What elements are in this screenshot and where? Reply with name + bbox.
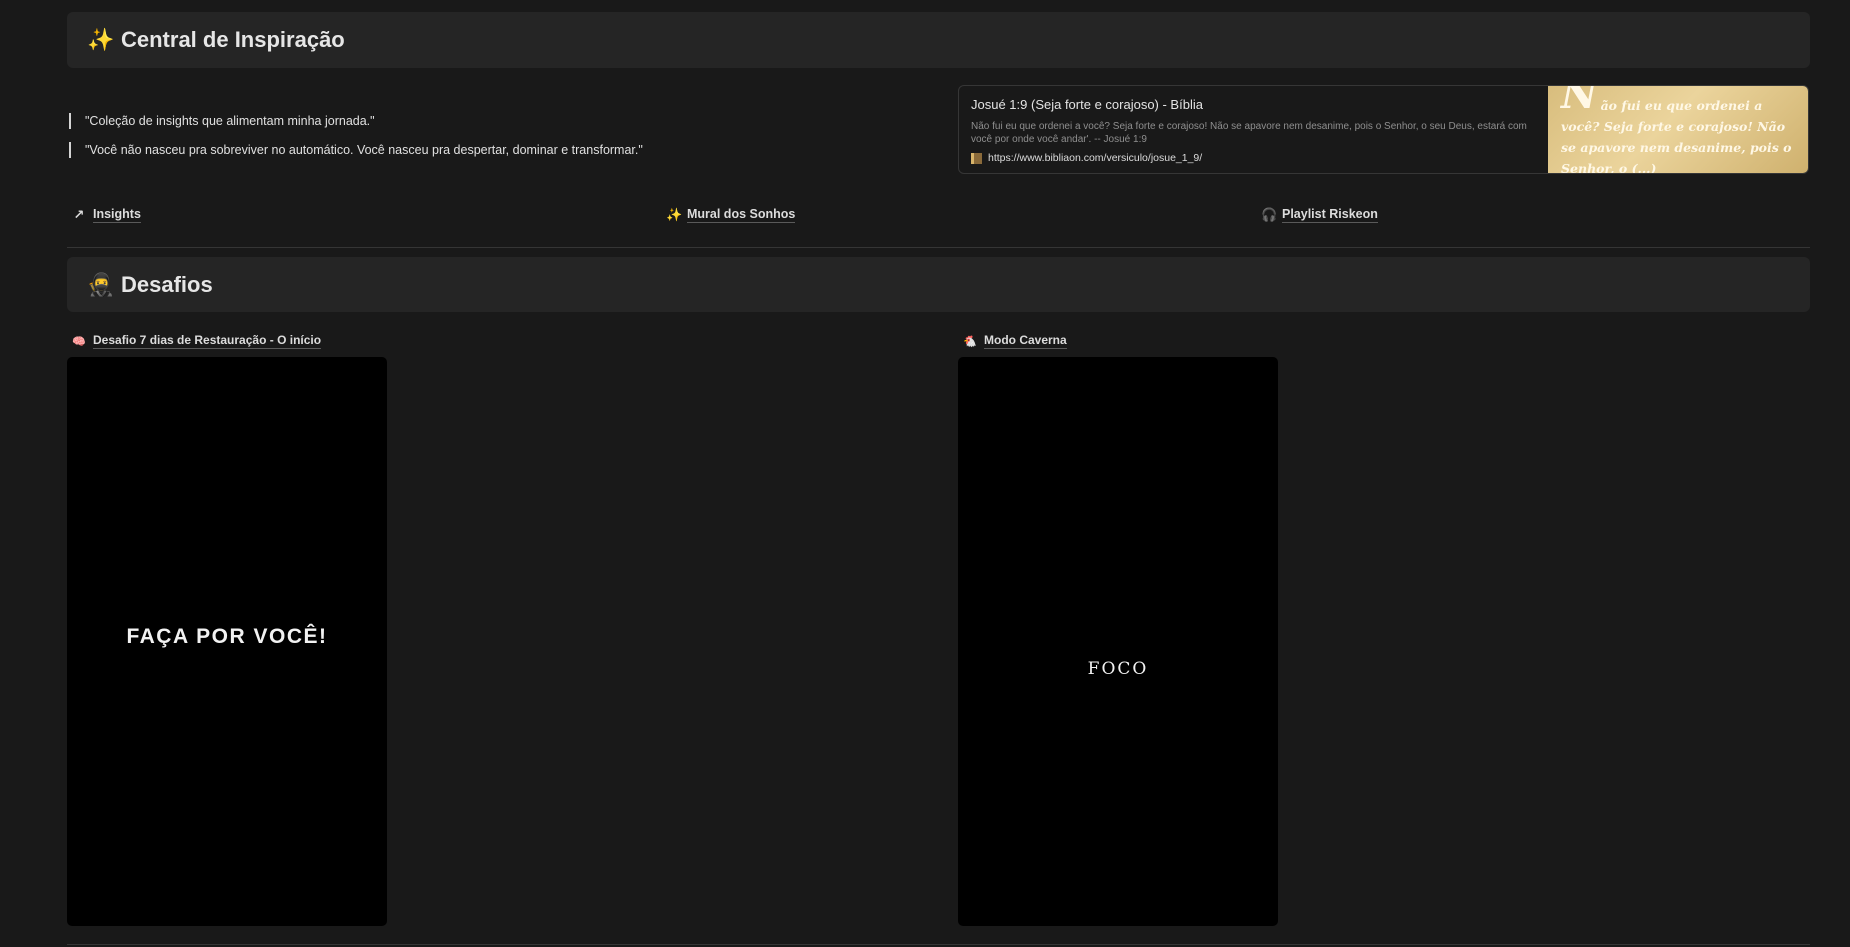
- link-playlist-riskeon[interactable]: 🎧 Playlist Riskeon: [1261, 207, 1378, 223]
- quote-collection: "Coleção de insights que alimentam minha…: [69, 113, 375, 129]
- sparkles-icon: ✨: [666, 207, 683, 222]
- divider: [67, 944, 1810, 945]
- inspiration-callout: ✨ Central de Inspiração: [67, 12, 1810, 68]
- poster-foco[interactable]: FOCO: [958, 357, 1278, 926]
- book-favicon-icon: [971, 152, 982, 164]
- link-desafio-label: Desafio 7 dias de Restauração - O início: [93, 333, 322, 349]
- link-desafio-7-dias[interactable]: 🧠 Desafio 7 dias de Restauração - O iníc…: [72, 333, 322, 349]
- ninja-icon: 🥷: [87, 271, 115, 297]
- challenges-callout: 🥷 Desafios: [67, 257, 1810, 312]
- thumbnail-dropcap: N: [1561, 86, 1598, 118]
- headphones-icon: 🎧: [1261, 207, 1278, 222]
- arrow-up-right-icon: ↗: [73, 207, 85, 222]
- poster-faca-por-voce[interactable]: FAÇA POR VOCÊ!: [67, 357, 387, 926]
- bookmark-url-row: https://www.bibliaon.com/versiculo/josue…: [971, 152, 1534, 164]
- link-mural-label: Mural dos Sonhos: [687, 207, 796, 223]
- link-insights[interactable]: ↗ Insights: [72, 207, 141, 223]
- inspiration-title: Central de Inspiração: [121, 27, 345, 52]
- poster-text: FAÇA POR VOCÊ!: [126, 624, 328, 648]
- link-modo-caverna-label: Modo Caverna: [984, 333, 1067, 349]
- bookmark-url: https://www.bibliaon.com/versiculo/josue…: [988, 152, 1203, 164]
- link-insights-label: Insights: [93, 207, 141, 223]
- bookmark-text: Josué 1:9 (Seja forte e corajoso) - Bíbl…: [959, 86, 1548, 173]
- link-modo-caverna[interactable]: 🐔 Modo Caverna: [963, 333, 1067, 349]
- quote-awaken: "Você não nasceu pra sobreviver no autom…: [69, 142, 643, 158]
- link-mural-dos-sonhos[interactable]: ✨ Mural dos Sonhos: [666, 207, 796, 223]
- brain-icon: 🧠: [72, 335, 86, 348]
- bookmark-title: Josué 1:9 (Seja forte e corajoso) - Bíbl…: [971, 97, 1203, 112]
- poster-text: FOCO: [1087, 658, 1149, 679]
- bookmark-thumbnail: N ão fui eu que ordenei a você? Seja for…: [1548, 86, 1808, 173]
- sparkles-icon: ✨: [87, 27, 115, 52]
- challenges-title: Desafios: [121, 271, 213, 297]
- link-playlist-label: Playlist Riskeon: [1282, 207, 1378, 223]
- bookmark-description: Não fui eu que ordenei a você? Seja fort…: [971, 121, 1527, 145]
- bookmark-josue[interactable]: Josué 1:9 (Seja forte e corajoso) - Bíbl…: [958, 85, 1809, 174]
- chicken-icon: 🐔: [963, 335, 977, 348]
- divider: [67, 247, 1810, 248]
